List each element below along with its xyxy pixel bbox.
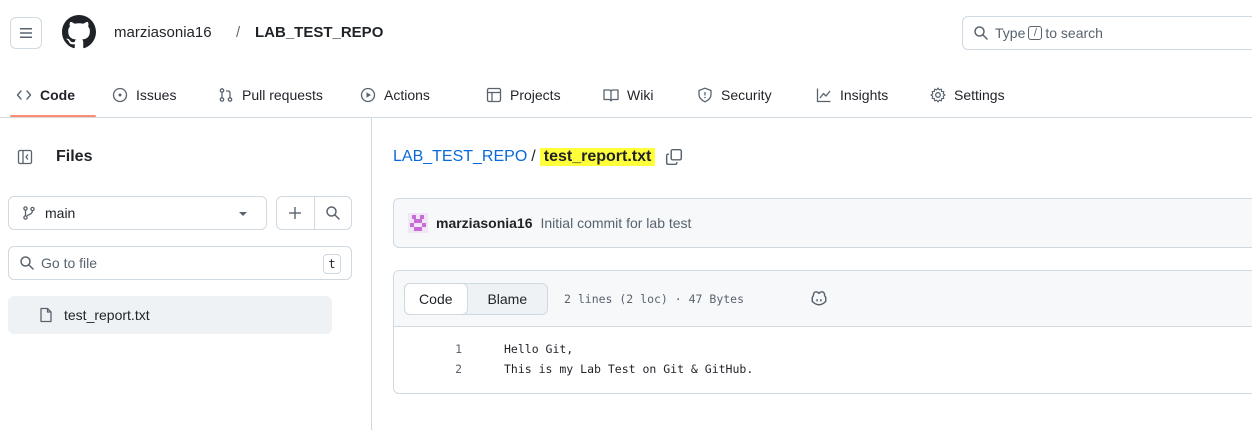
repo-nav: Code Issues Pull requests Actions Projec… <box>0 72 1252 118</box>
tab-projects-label: Projects <box>510 87 561 103</box>
tab-projects[interactable]: Projects <box>486 80 561 110</box>
sidebar-collapse-icon <box>17 149 33 165</box>
line-number[interactable]: 2 <box>394 362 462 376</box>
avatar[interactable] <box>408 213 428 233</box>
path-separator: / <box>531 148 536 165</box>
collapse-file-tree-button[interactable] <box>10 142 40 172</box>
global-header: marziasonia16 / LAB_TEST_REPO Type / to … <box>0 0 1252 68</box>
latest-commit-box: marziasonia16 Initial commit for lab tes… <box>393 198 1252 248</box>
menu-button[interactable] <box>10 17 42 49</box>
code-icon <box>16 90 32 100</box>
tab-settings-label: Settings <box>954 87 1005 103</box>
breadcrumb-owner[interactable]: marziasonia16 <box>114 24 212 41</box>
file-path-breadcrumb: LAB_TEST_REPO / test_report.txt <box>393 148 683 166</box>
hamburger-icon <box>20 28 32 38</box>
copilot-icon[interactable] <box>810 289 828 307</box>
issue-icon <box>112 87 128 103</box>
active-tab-indicator <box>10 115 96 117</box>
tab-issues[interactable]: Issues <box>112 80 176 110</box>
commit-author[interactable]: marziasonia16 <box>436 215 533 231</box>
table-icon <box>486 87 502 103</box>
search-icon <box>974 26 988 40</box>
pull-request-icon <box>219 88 233 102</box>
file-tree-actions <box>276 196 352 230</box>
path-file-name: test_report.txt <box>539 148 656 166</box>
file-meta: 2 lines (2 loc) · 47 Bytes <box>564 292 745 306</box>
view-mode-toggle: Code Blame <box>404 283 548 315</box>
blame-view-button[interactable]: Blame <box>468 284 547 314</box>
tab-insights[interactable]: Insights <box>816 80 888 110</box>
branch-selector[interactable]: main <box>8 196 267 230</box>
tab-issues-label: Issues <box>136 87 177 103</box>
tab-code-label: Code <box>40 87 75 103</box>
tab-security-label: Security <box>721 87 772 103</box>
global-search-input[interactable]: Type / to search <box>962 16 1252 50</box>
breadcrumb-separator: / <box>236 24 241 41</box>
code-line: 2 This is my Lab Test on Git & GitHub. <box>394 359 1252 379</box>
search-icon <box>326 206 340 220</box>
tab-insights-label: Insights <box>840 87 889 103</box>
add-file-button[interactable] <box>277 197 314 229</box>
path-repo-link[interactable]: LAB_TEST_REPO <box>393 148 527 166</box>
branch-icon <box>23 206 35 220</box>
file-viewer: Code Blame 2 lines (2 loc) · 47 Bytes 1 … <box>393 270 1252 394</box>
file-icon <box>40 307 52 323</box>
sidebar-divider <box>371 118 372 430</box>
plus-icon <box>289 207 302 219</box>
go-to-file-input[interactable]: Go to file t <box>8 246 352 280</box>
tab-code[interactable]: Code <box>16 80 75 110</box>
file-tree-title: Files <box>56 148 93 165</box>
tab-pull-requests[interactable]: Pull requests <box>218 80 323 110</box>
shield-icon <box>698 87 712 103</box>
search-placeholder-suffix: to search <box>1045 25 1103 41</box>
tab-security[interactable]: Security <box>697 80 772 110</box>
code-view-button[interactable]: Code <box>404 283 468 315</box>
file-viewer-header: Code Blame 2 lines (2 loc) · 47 Bytes <box>394 271 1252 327</box>
file-tree-item[interactable]: test_report.txt <box>8 296 332 334</box>
file-tree-item-name: test_report.txt <box>64 307 150 323</box>
commit-message[interactable]: Initial commit for lab test <box>541 215 692 231</box>
github-logo-icon[interactable] <box>62 15 96 49</box>
play-icon <box>360 87 376 103</box>
go-to-file-shortcut: t <box>323 254 341 274</box>
go-to-file-placeholder: Go to file <box>41 255 98 271</box>
tab-pull-requests-label: Pull requests <box>242 87 323 103</box>
code-line: 1 Hello Git, <box>394 339 1252 359</box>
search-icon <box>20 256 34 270</box>
tab-wiki[interactable]: Wiki <box>603 80 653 110</box>
tab-settings[interactable]: Settings <box>930 80 1005 110</box>
search-placeholder-prefix: Type <box>995 25 1026 41</box>
tab-actions[interactable]: Actions <box>360 80 430 110</box>
gear-icon <box>930 87 946 103</box>
line-content: Hello Git, <box>504 342 574 356</box>
search-shortcut-key: / <box>1028 26 1043 40</box>
copy-path-button[interactable] <box>665 148 683 166</box>
tab-wiki-label: Wiki <box>627 87 654 103</box>
graph-icon <box>816 88 831 103</box>
chevron-down-icon <box>239 212 247 216</box>
copy-icon <box>666 148 683 166</box>
branch-name: main <box>45 205 76 221</box>
code-lines: 1 Hello Git, 2 This is my Lab Test on Gi… <box>394 339 1252 379</box>
tab-actions-label: Actions <box>384 87 430 103</box>
line-content: This is my Lab Test on Git & GitHub. <box>504 362 754 376</box>
book-icon <box>603 89 619 102</box>
breadcrumb-repo[interactable]: LAB_TEST_REPO <box>255 24 383 41</box>
search-files-button[interactable] <box>313 197 351 229</box>
line-number[interactable]: 1 <box>394 342 462 356</box>
